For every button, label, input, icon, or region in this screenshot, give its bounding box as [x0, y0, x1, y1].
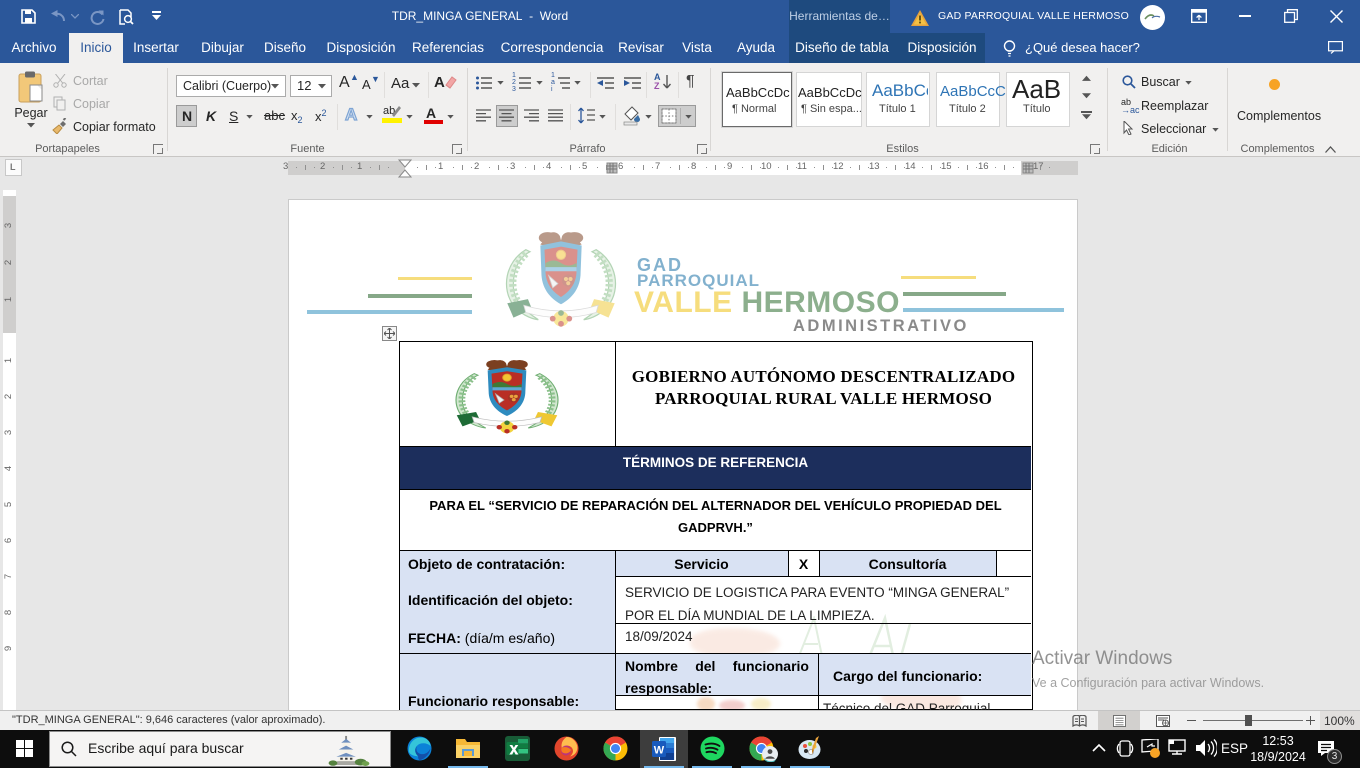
svg-text:W: W — [654, 745, 665, 757]
